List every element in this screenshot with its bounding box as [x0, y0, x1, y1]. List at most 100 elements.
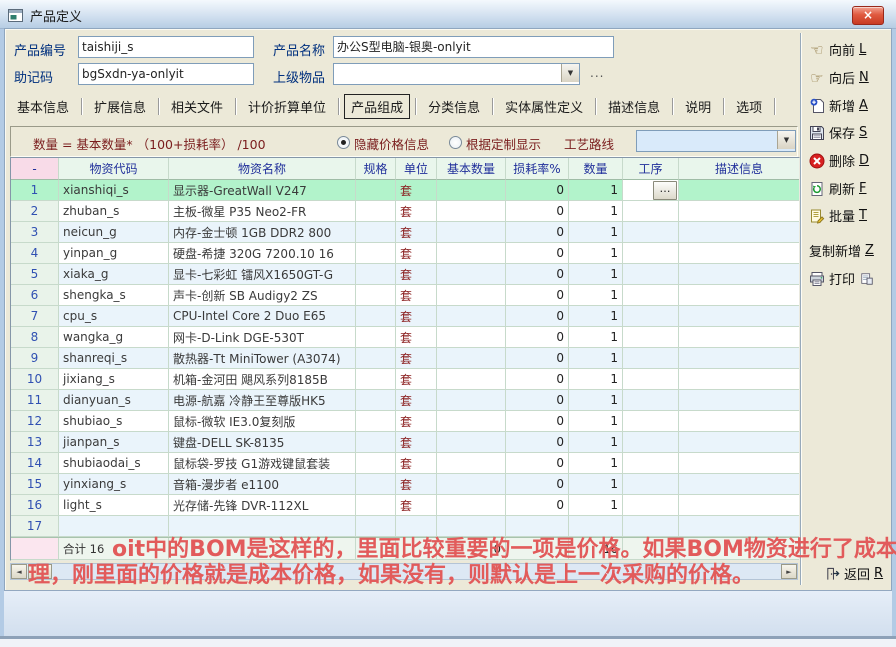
- more-button[interactable]: ...: [590, 66, 604, 80]
- table-row[interactable]: 3neicun_g内存-金士顿 1GB DDR2 800套01: [11, 222, 799, 243]
- parent-item-label: 上级物品: [273, 67, 325, 86]
- cell-process: [623, 432, 679, 453]
- process-route-dropdown-button[interactable]: ▼: [777, 131, 795, 149]
- cell-unit: 套: [396, 390, 437, 411]
- cell-material-code: shengka_s: [59, 285, 169, 306]
- refresh-button[interactable]: 刷新 F: [809, 179, 867, 198]
- print-button[interactable]: 打印: [809, 269, 875, 288]
- custom-display-radio[interactable]: [449, 136, 462, 149]
- cell-spec: [356, 474, 396, 495]
- new-icon: [809, 98, 825, 114]
- cell-qty: 1: [569, 285, 623, 306]
- cell-rownum: 13: [11, 432, 59, 453]
- product-name-field[interactable]: 办公S型电脑-银奥-onlyit: [333, 36, 614, 58]
- tab-extended-info[interactable]: 扩展信息: [87, 95, 153, 118]
- cell-spec: [356, 264, 396, 285]
- cell-qty: 1: [569, 306, 623, 327]
- cell-base-qty: [437, 327, 506, 348]
- mnemonic-field[interactable]: bgSxdn-ya-onlyit: [78, 63, 254, 85]
- save-button[interactable]: 保存 S: [809, 123, 867, 142]
- tab-related-files[interactable]: 相关文件: [164, 95, 230, 118]
- table-row[interactable]: 5xiaka_g显卡-七彩虹 镭风X1650GT-G套01: [11, 264, 799, 285]
- product-code-label: 产品编号: [14, 40, 66, 59]
- cell-material-name: 散热器-Tt MiniTower (A3074): [169, 348, 356, 369]
- save-icon: [809, 125, 825, 141]
- cell-material-code: dianyuan_s: [59, 390, 169, 411]
- cell-material-name: 鼠标-微软 IE3.0复刻版: [169, 411, 356, 432]
- custom-display-label: 根据定制显示: [466, 134, 541, 153]
- close-button[interactable]: ×: [852, 6, 884, 25]
- table-row[interactable]: 13jianpan_s键盘-DELL SK-8135套01: [11, 432, 799, 453]
- cell-base-qty: [437, 369, 506, 390]
- cell-loss-rate: 0: [506, 369, 569, 390]
- table-row[interactable]: 2zhuban_s主板-微星 P35 Neo2-FR套01: [11, 201, 799, 222]
- ellipsis-button[interactable]: …: [653, 181, 677, 200]
- tab-product-composition[interactable]: 产品组成: [344, 94, 410, 119]
- tab-basic-info[interactable]: 基本信息: [10, 95, 76, 118]
- cell-material-code: neicun_g: [59, 222, 169, 243]
- delete-button[interactable]: 删除 D: [809, 151, 869, 170]
- parent-item-combo[interactable]: ▼: [333, 63, 580, 85]
- table-row[interactable]: 16light_s光存储-先锋 DVR-112XL套01: [11, 495, 799, 516]
- cell-process: [623, 369, 679, 390]
- cell-material-code: yinpan_g: [59, 243, 169, 264]
- batch-icon: [809, 208, 825, 224]
- add-button[interactable]: 新增 A: [809, 96, 868, 115]
- tab-entity-attributes[interactable]: 实体属性定义: [498, 95, 590, 118]
- scroll-right-icon: ►: [786, 568, 791, 576]
- cell-loss-rate: 0: [506, 201, 569, 222]
- cell-loss-rate: 0: [506, 285, 569, 306]
- table-row[interactable]: 8wangka_g网卡-D-Link DGE-530T套01: [11, 327, 799, 348]
- cell-base-qty: [437, 222, 506, 243]
- cell-desc: [679, 411, 799, 432]
- header-qty: 数量: [569, 158, 623, 180]
- backward-button[interactable]: ☞ 向后 N: [809, 68, 869, 87]
- table-row[interactable]: 14shubiaodai_s鼠标袋-罗技 G1游戏键鼠套装套01: [11, 453, 799, 474]
- scroll-right-button[interactable]: ►: [781, 564, 797, 579]
- table-row[interactable]: 7cpu_sCPU-Intel Core 2 Duo E65套01: [11, 306, 799, 327]
- table-row[interactable]: 11dianyuan_s电源-航嘉 冷静王至尊版HK5套01: [11, 390, 799, 411]
- cell-qty: 1: [569, 243, 623, 264]
- cell-unit: 套: [396, 264, 437, 285]
- cell-process: [623, 201, 679, 222]
- table-row[interactable]: 4yinpan_g硬盘-希捷 320G 7200.10 16套01: [11, 243, 799, 264]
- table-row[interactable]: 9shanreqi_s散热器-Tt MiniTower (A3074)套01: [11, 348, 799, 369]
- table-row[interactable]: 15yinxiang_s音箱-漫步者 e1100套01: [11, 474, 799, 495]
- cell-process: [623, 495, 679, 516]
- cell-material-code: xiaka_g: [59, 264, 169, 285]
- cell-unit: 套: [396, 348, 437, 369]
- cell-process: [623, 222, 679, 243]
- cell-rownum: 12: [11, 411, 59, 432]
- tab-description-info[interactable]: 描述信息: [601, 95, 667, 118]
- cell-loss-rate: 0: [506, 474, 569, 495]
- cell-rownum: 8: [11, 327, 59, 348]
- parent-item-dropdown-button[interactable]: ▼: [561, 64, 579, 82]
- chevron-down-icon: ▼: [784, 136, 789, 144]
- cell-material-name: 显示器-GreatWall V247: [169, 180, 356, 201]
- scroll-left-button[interactable]: ◄: [11, 564, 27, 579]
- process-route-combo[interactable]: ▼: [636, 130, 796, 152]
- cell-spec: [356, 432, 396, 453]
- cell-rownum: 5: [11, 264, 59, 285]
- cell-qty: 1: [569, 222, 623, 243]
- tab-options[interactable]: 选项: [729, 95, 769, 118]
- tab-category-info[interactable]: 分类信息: [421, 95, 487, 118]
- batch-button[interactable]: 批量 T: [809, 206, 867, 225]
- cell-process: [623, 243, 679, 264]
- cell-desc: [679, 180, 799, 201]
- return-button[interactable]: 返回 R: [824, 564, 883, 583]
- tab-notes[interactable]: 说明: [678, 95, 718, 118]
- copy-new-button[interactable]: 复制新增 Z: [809, 241, 874, 260]
- print-preview-icon: [859, 271, 875, 287]
- table-row[interactable]: 6shengka_s声卡-创新 SB Audigy2 ZS套01: [11, 285, 799, 306]
- table-row[interactable]: 12shubiao_s鼠标-微软 IE3.0复刻版套01: [11, 411, 799, 432]
- cell-desc: [679, 369, 799, 390]
- cell-process: [623, 411, 679, 432]
- forward-button[interactable]: ☜ 向前 L: [809, 40, 866, 59]
- cell-material-code: cpu_s: [59, 306, 169, 327]
- product-code-field[interactable]: taishiji_s: [78, 36, 254, 58]
- hide-price-radio[interactable]: [337, 136, 350, 149]
- table-row[interactable]: 1xianshiqi_s显示器-GreatWall V247套01…: [11, 180, 799, 201]
- table-row[interactable]: 10jixiang_s机箱-金河田 飓风系列8185B套01: [11, 369, 799, 390]
- tab-pricing-unit[interactable]: 计价折算单位: [241, 95, 333, 118]
